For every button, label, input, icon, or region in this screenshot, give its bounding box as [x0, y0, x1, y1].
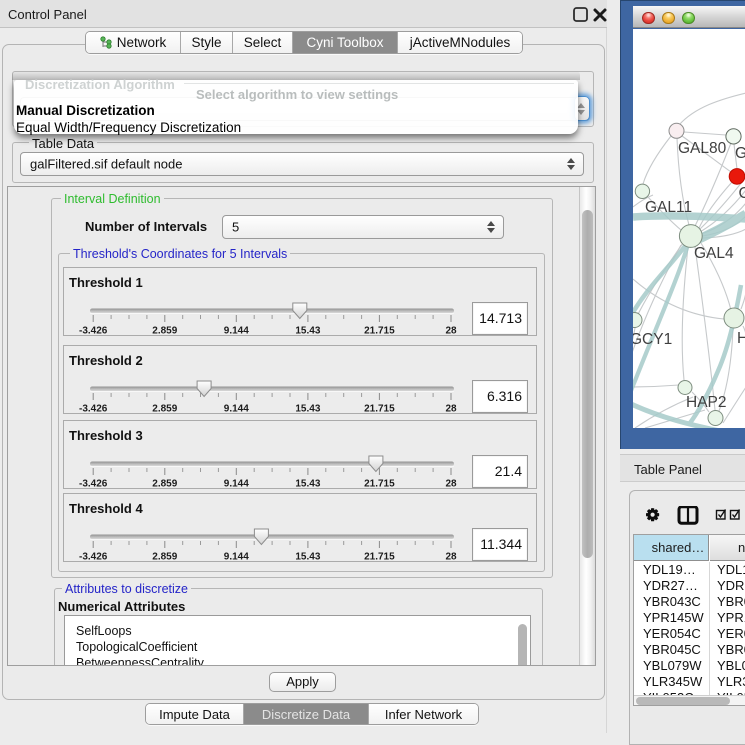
svg-text:-3.426: -3.426 — [79, 326, 108, 337]
svg-text:2.859: 2.859 — [152, 326, 177, 337]
svg-text:28: 28 — [445, 479, 457, 490]
svg-text:15.43: 15.43 — [295, 404, 320, 415]
svg-text:28: 28 — [445, 326, 457, 337]
svg-text:2.859: 2.859 — [152, 404, 177, 415]
svg-text:28: 28 — [445, 552, 457, 563]
svg-text:21.715: 21.715 — [364, 326, 395, 337]
svg-text:-3.426: -3.426 — [79, 404, 108, 415]
svg-text:GAL7: GAL7 — [735, 145, 745, 162]
svg-text:21.715: 21.715 — [364, 479, 395, 490]
svg-text:21.715: 21.715 — [364, 552, 395, 563]
svg-text:15.43: 15.43 — [295, 326, 320, 337]
svg-text:9.144: 9.144 — [224, 552, 249, 563]
svg-text:9.144: 9.144 — [224, 326, 249, 337]
svg-text:28: 28 — [445, 404, 457, 415]
svg-text:9.144: 9.144 — [224, 479, 249, 490]
svg-text:9.144: 9.144 — [224, 404, 249, 415]
svg-text:-3.426: -3.426 — [79, 552, 108, 563]
svg-text:2.859: 2.859 — [152, 479, 177, 490]
svg-text:-3.426: -3.426 — [79, 479, 108, 490]
svg-text:21.715: 21.715 — [364, 404, 395, 415]
svg-text:15.43: 15.43 — [295, 479, 320, 490]
svg-text:15.43: 15.43 — [295, 552, 320, 563]
svg-text:GCY1: GCY1 — [633, 331, 672, 348]
svg-text:GAL4: GAL4 — [694, 245, 734, 262]
svg-text:C: C — [739, 185, 745, 202]
svg-text:HAP2: HAP2 — [686, 394, 727, 411]
svg-text:2.859: 2.859 — [152, 552, 177, 563]
svg-text:GAL11: GAL11 — [645, 199, 692, 216]
svg-text:GAL80: GAL80 — [678, 140, 727, 157]
svg-text:HI: HI — [737, 330, 745, 347]
